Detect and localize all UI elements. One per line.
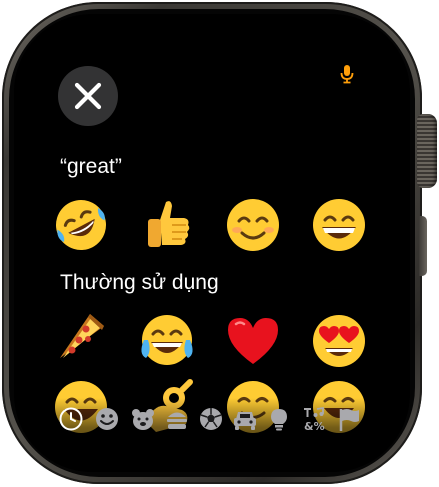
grinning-face-emoji-icon [313, 199, 365, 251]
food-icon[interactable] [164, 406, 190, 432]
objects-bulb-icon[interactable] [266, 406, 292, 432]
emoji-rolling-on-floor-laughing[interactable] [50, 194, 112, 256]
close-button[interactable] [58, 66, 118, 126]
smileys-icon[interactable] [94, 406, 120, 432]
pizza-emoji-icon [60, 314, 104, 358]
red-heart-emoji-icon [228, 318, 278, 364]
travel-car-icon[interactable] [232, 406, 258, 432]
heart-eyes-emoji-icon [313, 315, 365, 367]
emoji-pizza[interactable] [50, 310, 112, 372]
svg-text:&%: &% [304, 420, 325, 432]
emoji-thumbs-up[interactable] [136, 194, 198, 256]
recent-clock-icon[interactable] [58, 406, 84, 432]
section-label-suggested: “great” [60, 155, 122, 178]
activity-ball-icon[interactable] [198, 406, 224, 432]
rolling-laughing-emoji-icon [56, 200, 106, 250]
emoji-row-suggested [42, 194, 394, 256]
section-label-frequently-used: Thường sử dụng [60, 271, 219, 294]
animals-icon[interactable] [130, 406, 156, 432]
emoji-face-with-tears-of-joy[interactable] [136, 310, 198, 372]
emoji-heart-eyes[interactable] [308, 310, 370, 372]
emoji-row-frequently-used [42, 310, 394, 372]
symbols-icon[interactable]: &% [302, 406, 328, 432]
emoji-grinning-face[interactable] [308, 194, 370, 256]
flags-icon[interactable] [336, 406, 362, 432]
thumbs-up-emoji-icon [148, 201, 190, 247]
microphone-icon[interactable] [340, 64, 354, 84]
side-button[interactable] [419, 216, 427, 276]
digital-crown[interactable] [417, 114, 437, 188]
smiling-face-emoji-icon [227, 199, 279, 251]
close-icon [74, 82, 102, 110]
emoji-red-heart[interactable] [222, 310, 284, 372]
watch-screen: “great” Thường sử dụng &% [14, 14, 410, 472]
tears-of-joy-emoji-icon [141, 315, 193, 365]
emoji-category-bar: &% [54, 402, 364, 436]
emoji-smiling-face[interactable] [222, 194, 284, 256]
